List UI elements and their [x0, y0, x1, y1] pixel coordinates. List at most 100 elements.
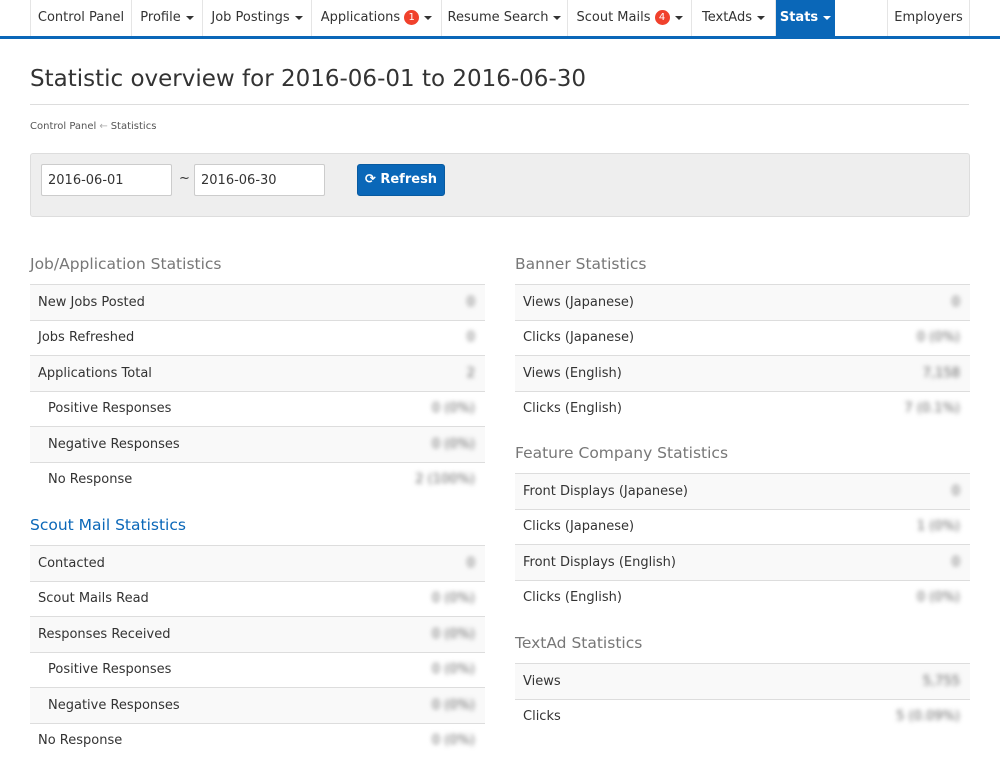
table-row: Views (English) 7,158 [515, 355, 970, 391]
stat-label: New Jobs Posted [38, 294, 145, 310]
nav-item-applications[interactable]: Applications 1 [311, 0, 441, 36]
nav-item-textads[interactable]: TextAds [691, 0, 775, 36]
breadcrumb-statistics: Statistics [110, 121, 157, 132]
stat-value: 0 (0%) [431, 626, 475, 642]
stat-value: 0 (0%) [431, 591, 475, 607]
stat-label: No Response [48, 472, 133, 488]
stat-label: Clicks (Japanese) [523, 519, 635, 535]
table-row: Clicks (Japanese) 1 (0%) [515, 508, 970, 545]
stat-value: 0 [466, 555, 475, 571]
nav-item-scout-mails[interactable]: Scout Mails 4 [567, 0, 691, 36]
table-row: Negative Responses 0 (0%) [30, 426, 485, 462]
table-row: Clicks 5 (0.09%) [515, 698, 970, 735]
stat-value: 7 (0.1%) [904, 401, 960, 417]
table-row: Clicks (English) 0 (0%) [515, 579, 970, 616]
nav-item-employers[interactable]: Employers [887, 0, 970, 36]
refresh-button[interactable]: ⟳ Refresh [357, 164, 445, 196]
caret-down-icon [185, 15, 194, 20]
stat-value: 0 [951, 483, 960, 499]
nav-item-resume-search[interactable]: Resume Search [441, 0, 567, 36]
nav-label: Control Panel [37, 10, 125, 25]
nav-label: Applications [320, 10, 401, 25]
table-row: Views 5,755 [515, 663, 970, 699]
stat-label: Negative Responses [48, 436, 180, 452]
banner-section-title: Banner Statistics [515, 255, 647, 273]
stat-value: 0 [951, 554, 960, 570]
table-row: Positive Responses 0 (0%) [30, 651, 485, 688]
stat-value: 2 (100%) [415, 472, 475, 488]
start-date-input[interactable] [41, 164, 172, 196]
stat-value: 7,158 [922, 365, 960, 381]
nav-item-profile[interactable]: Profile [131, 0, 202, 36]
nav-label: Scout Mails [576, 10, 651, 25]
stat-label: Views [523, 673, 561, 689]
table-row: Clicks (English) 7 (0.1%) [515, 390, 970, 427]
banner-stats-table: Views (Japanese) 0 Clicks (Japanese) 0 (0%)… [515, 284, 970, 426]
stat-value: 5 (0.09%) [896, 709, 960, 725]
stat-label: Applications Total [38, 365, 152, 381]
date-separator: ~ [179, 171, 190, 186]
caret-down-icon [823, 15, 832, 20]
table-row: Views (Japanese) 0 [515, 284, 970, 320]
nav-item-job-postings[interactable]: Job Postings [202, 0, 311, 36]
table-row: Negative Responses 0 (0%) [30, 687, 485, 723]
table-row: Positive Responses 0 (0%) [30, 390, 485, 427]
stat-label: No Response [38, 733, 123, 749]
caret-down-icon [756, 15, 765, 20]
job-stats-table: New Jobs Posted 0 Jobs Refreshed 0 Applicati… [30, 284, 485, 497]
nav-item-control-panel[interactable]: Control Panel [30, 0, 131, 36]
stat-label: Responses Received [38, 626, 171, 642]
end-date-input[interactable] [194, 164, 325, 196]
table-row: New Jobs Posted 0 [30, 284, 485, 320]
stat-value: 0 (0%) [916, 330, 960, 346]
nav-label: Resume Search [447, 10, 549, 25]
stat-label: Contacted [38, 555, 105, 571]
stat-label: Front Displays (Japanese) [523, 483, 689, 499]
stat-value: 5,755 [922, 673, 960, 689]
top-nav: Control Panel Profile Job Postings Applicat… [0, 0, 1000, 39]
breadcrumb-control-panel[interactable]: Control Panel [30, 121, 96, 132]
table-row: Clicks (Japanese) 0 (0%) [515, 319, 970, 356]
stat-value: 0 (0%) [431, 401, 475, 417]
stat-label: Scout Mails Read [38, 591, 149, 607]
stat-label: Clicks (Japanese) [523, 330, 635, 346]
breadcrumb: Control Panel ← Statistics [30, 121, 156, 132]
stat-value: 2 [466, 365, 475, 381]
table-row: Front Displays (Japanese) 0 [515, 473, 970, 509]
caret-down-icon [424, 15, 433, 20]
scout-section-title[interactable]: Scout Mail Statistics [30, 516, 186, 534]
table-row: Scout Mails Read 0 (0%) [30, 580, 485, 617]
stat-value: 0 [466, 330, 475, 346]
table-row: Contacted 0 [30, 545, 485, 581]
textad-section-title: TextAd Statistics [515, 634, 643, 652]
nav-label: TextAds [702, 10, 752, 25]
feature-stats-table: Front Displays (Japanese) 0 Clicks (Japane… [515, 473, 970, 615]
nav-item-stats[interactable]: Stats [775, 0, 835, 36]
stat-label: Positive Responses [48, 662, 172, 678]
table-row: Front Displays (English) 0 [515, 544, 970, 580]
date-filter-panel: ~ ⟳ Refresh [30, 153, 970, 217]
stat-label: Positive Responses [48, 401, 172, 417]
refresh-label: Refresh [380, 172, 438, 187]
stat-label: Clicks (English) [523, 401, 622, 417]
count-badge: 1 [404, 10, 420, 25]
refresh-icon: ⟳ [364, 172, 376, 187]
stat-label: Views (Japanese) [523, 294, 634, 310]
caret-down-icon [294, 15, 303, 20]
stat-label: Views (English) [523, 365, 622, 381]
job-section-title: Job/Application Statistics [30, 255, 222, 273]
stat-value: 0 [466, 294, 475, 310]
feature-section-title: Feature Company Statistics [515, 444, 729, 462]
stat-value: 0 (0%) [431, 662, 475, 678]
divider [30, 104, 969, 105]
table-row: Responses Received 0 (0%) [30, 616, 485, 652]
nav-label: Profile [140, 10, 181, 25]
caret-down-icon [553, 15, 562, 20]
stat-label: Jobs Refreshed [38, 330, 135, 346]
table-row: No Response 0 (0%) [30, 722, 485, 759]
stat-label: Front Displays (English) [523, 554, 676, 570]
nav-label: Employers [894, 10, 963, 25]
page-title: Statistic overview for 2016-06-01 to 201… [30, 66, 587, 92]
count-badge: 4 [654, 10, 670, 25]
stat-value: 0 [951, 294, 960, 310]
